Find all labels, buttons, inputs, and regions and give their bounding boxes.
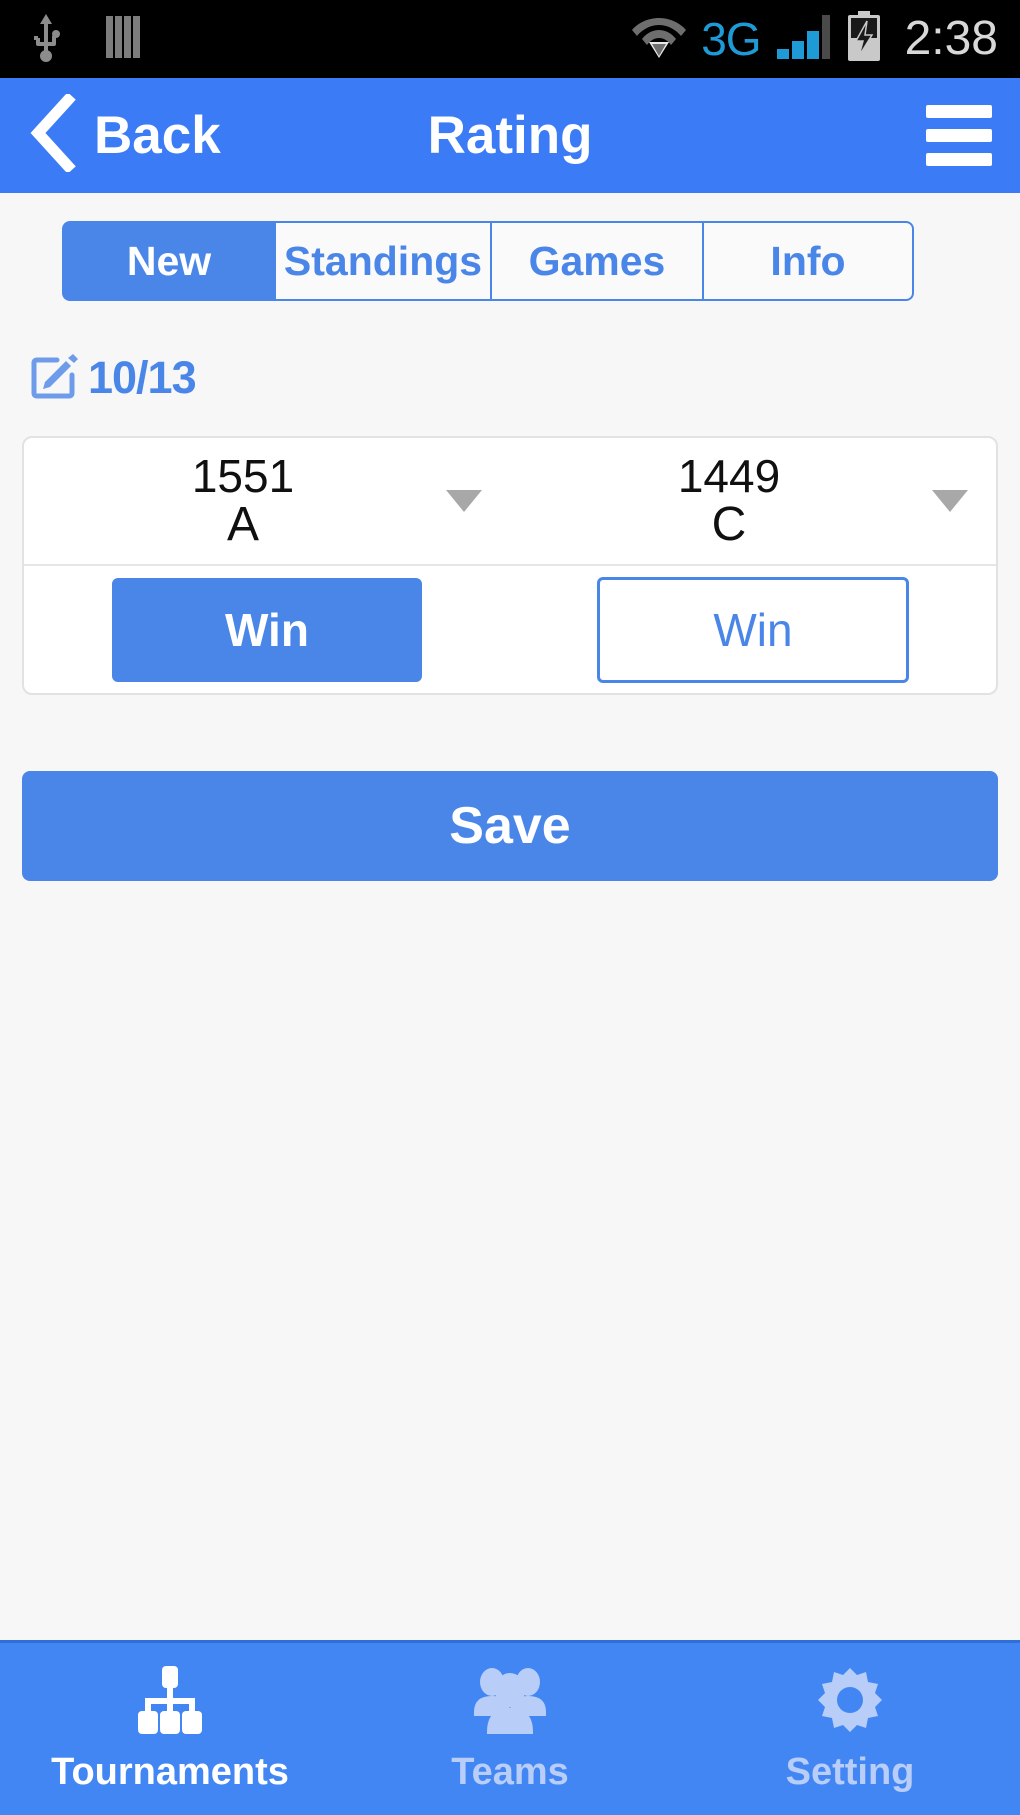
gear-icon	[814, 1664, 886, 1741]
player-left-rating: 1551	[191, 449, 295, 502]
sitemap-icon	[132, 1664, 208, 1741]
back-label: Back	[94, 106, 221, 165]
win-buttons-row: Win Win	[24, 566, 996, 693]
status-bar-right-icons: 3G 2:38	[631, 10, 998, 68]
hamburger-line	[926, 129, 992, 142]
usb-icon	[30, 12, 62, 67]
app-header: Back Rating	[0, 78, 1020, 193]
tab-bar: New Standings Games Info	[62, 221, 962, 301]
player-selectors: 1551 A 1449 C	[24, 438, 996, 566]
nav-item-teams-label: Teams	[451, 1751, 569, 1793]
main-content: New Standings Games Info 10/13 1551 A 14…	[0, 193, 1020, 1640]
save-button[interactable]: Save	[22, 771, 998, 881]
player-selector-right[interactable]: 1449 C	[510, 438, 996, 564]
win-button-left[interactable]: Win	[112, 577, 422, 682]
tab-info[interactable]: Info	[702, 221, 914, 301]
hamburger-line	[926, 153, 992, 166]
hamburger-menu-icon[interactable]	[926, 105, 992, 166]
player-right-name: C	[711, 497, 747, 551]
date-edit-row[interactable]: 10/13	[30, 351, 197, 404]
date-label: 10/13	[88, 351, 197, 403]
player-selector-left[interactable]: 1551 A	[24, 438, 510, 564]
status-bar-left-icons	[30, 12, 144, 67]
wifi-icon	[631, 14, 687, 65]
tab-new-label: New	[126, 237, 212, 284]
cellular-signal-icon	[775, 13, 831, 66]
win-button-right[interactable]: Win	[597, 576, 909, 683]
users-icon	[470, 1664, 550, 1741]
chevron-down-icon	[446, 490, 482, 512]
nav-item-tournaments[interactable]: Tournaments	[0, 1664, 340, 1794]
tab-games-label: Games	[528, 237, 666, 284]
status-bar-clock: 2:38	[904, 12, 998, 65]
win-button-right-label: Win	[713, 603, 793, 656]
nav-item-setting[interactable]: Setting	[680, 1664, 1020, 1794]
sim-card-icon	[104, 14, 144, 65]
tab-standings-label: Standings	[283, 237, 483, 284]
edit-square-icon	[30, 351, 82, 404]
tab-new[interactable]: New	[62, 221, 274, 301]
match-card: 1551 A 1449 C Win Win	[22, 436, 998, 695]
win-cell-right: Win	[510, 576, 996, 683]
nav-item-tournaments-label: Tournaments	[51, 1751, 289, 1793]
nav-item-setting-label: Setting	[785, 1751, 915, 1793]
chevron-down-icon	[932, 490, 968, 512]
win-cell-left: Win	[24, 577, 510, 682]
player-left-name: A	[226, 497, 259, 551]
nav-item-teams[interactable]: Teams	[340, 1664, 680, 1794]
bottom-navigation: Tournaments Teams Setting	[0, 1640, 1020, 1815]
tab-standings[interactable]: Standings	[274, 221, 490, 301]
back-button[interactable]: Back	[28, 92, 221, 177]
tab-info-label: Info	[770, 237, 846, 284]
chevron-left-icon	[28, 92, 78, 177]
player-right-rating: 1449	[677, 449, 781, 502]
win-button-left-label: Win	[225, 603, 309, 656]
phone-screen: 3G 2:38 Back Rating New Standings Games …	[0, 0, 1020, 1815]
tab-games[interactable]: Games	[490, 221, 702, 301]
hamburger-line	[926, 105, 992, 118]
battery-charging-icon	[845, 10, 883, 68]
network-type-label: 3G	[701, 13, 761, 65]
status-bar: 3G 2:38	[0, 0, 1020, 78]
